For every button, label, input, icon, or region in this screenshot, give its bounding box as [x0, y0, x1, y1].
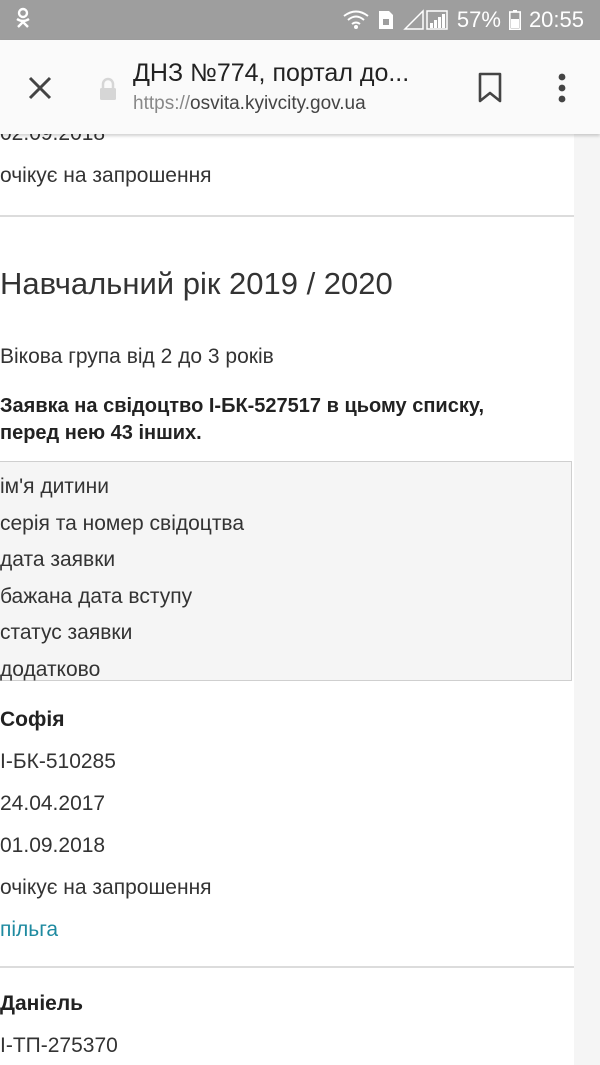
legend-certificate: серія та номер свідоцтва — [0, 512, 245, 535]
url-scheme: https:// — [133, 93, 191, 114]
entry-application-date: 24.04.2017 — [0, 792, 106, 815]
signal-icon — [403, 9, 449, 31]
battery-icon — [508, 10, 521, 30]
entry-extra-link[interactable]: пільга — [0, 918, 58, 942]
divider — [0, 215, 574, 217]
clock: 20:55 — [528, 7, 584, 32]
more-vert-icon — [558, 73, 566, 103]
entry-desired-date: 01.09.2018 — [0, 834, 106, 857]
entry-certificate: І-БК-510285 — [0, 750, 116, 773]
close-button[interactable] — [22, 70, 58, 106]
entry-child-name: Даніель — [0, 992, 84, 1015]
divider — [0, 966, 574, 968]
lock-icon — [97, 76, 119, 102]
close-icon — [28, 76, 52, 100]
entry-status: очікує на запрошення — [0, 876, 212, 899]
address-url[interactable]: https://osvita.kyivcity.gov.ua — [133, 93, 366, 115]
battery-percent: 57% — [456, 7, 501, 32]
url-host: osvita.kyivcity.gov.ua — [190, 93, 366, 114]
legend-status: статус заявки — [0, 621, 133, 644]
field-legend: ім'я дитини серія та номер свідоцтва дат… — [0, 461, 572, 681]
previous-entry-status: очікує на запрошення — [0, 164, 212, 187]
school-year-heading: Навчальний рік 2019 / 2020 — [0, 266, 393, 301]
page-title: ДНЗ №774, портал до... — [133, 59, 410, 87]
age-group: Вікова група від 2 до 3 років — [0, 345, 274, 368]
previous-entry-desired-date: 02.09.2018 — [0, 134, 105, 146]
status-bar: 57% 20:55 — [0, 0, 600, 40]
sim-icon — [377, 10, 395, 30]
queue-position-note: Заявка на свідоцтво І-БК-527517 в цьому … — [0, 395, 485, 444]
odnoklassniki-icon — [16, 7, 30, 28]
bookmark-button[interactable] — [476, 72, 504, 104]
browser-toolbar: ДНЗ №774, портал до... https://osvita.ky… — [0, 40, 600, 134]
legend-application-date: дата заявки — [0, 548, 116, 571]
legend-desired-date: бажана дата вступу — [0, 585, 193, 608]
wifi-icon — [343, 10, 369, 30]
page-content: 02.09.2018 очікує на запрошення Навчальн… — [0, 134, 574, 1065]
notification-icon — [14, 7, 32, 33]
more-menu-button[interactable] — [552, 70, 572, 106]
legend-extra: додатково — [0, 658, 101, 681]
legend-child-name: ім'я дитини — [0, 475, 109, 498]
bookmark-icon — [478, 72, 502, 103]
entry-child-name: Софія — [0, 708, 65, 731]
entry-certificate: І-ТП-275370 — [0, 1034, 118, 1057]
